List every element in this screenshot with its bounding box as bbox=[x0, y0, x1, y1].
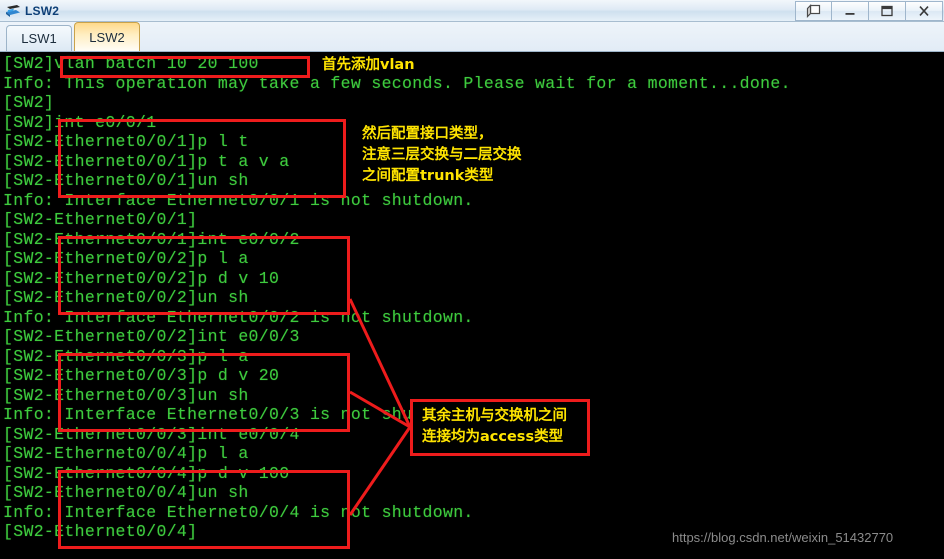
annotation-interface-type: 然后配置接口类型， 注意三层交换与二层交换 之间配置trunk类型 bbox=[362, 126, 522, 184]
terminal-line: [SW2-Ethernet0/0/4]un sh bbox=[3, 483, 249, 502]
terminal-line: [SW2-Ethernet0/0/1]un sh bbox=[3, 171, 249, 190]
restore-button[interactable] bbox=[795, 0, 832, 21]
tab-lsw1[interactable]: LSW1 bbox=[6, 25, 72, 51]
terminal-line: [SW2-Ethernet0/0/3]int e0/0/4 bbox=[3, 424, 300, 444]
terminal-line: [SW2]vlan batch 10 20 100 bbox=[3, 54, 259, 73]
terminal-line: [SW2-Ethernet0/0/3]p d v 20 bbox=[3, 366, 280, 385]
title-bar: LSW2 bbox=[0, 0, 944, 22]
terminal-line: [SW2-Ethernet0/0/1]p t a v a bbox=[3, 151, 290, 171]
close-icon bbox=[919, 5, 929, 16]
terminal-line: [SW2-Ethernet0/0/4]p d v 100 bbox=[3, 463, 290, 483]
terminal-line: [SW2-Ethernet0/0/4] bbox=[3, 522, 198, 541]
annotation-access-type: 其余主机与交换机之间 连接均为access类型 bbox=[410, 399, 590, 456]
device-tab-strip: LSW1 LSW2 bbox=[0, 22, 944, 52]
maximize-icon bbox=[881, 5, 893, 16]
restore-icon bbox=[806, 3, 820, 18]
terminal-line: Info: Interface Ethernet0/0/3 is not shu… bbox=[3, 405, 474, 424]
terminal-line: [SW2-Ethernet0/0/1] bbox=[3, 210, 198, 229]
annotation-add-vlan: 首先添加vlan bbox=[322, 57, 415, 73]
terminal-line: [SW2-Ethernet0/0/2]un sh bbox=[3, 288, 249, 307]
terminal-line: Info: Interface Ethernet0/0/2 is not shu… bbox=[3, 307, 474, 327]
minimize-icon bbox=[845, 12, 855, 15]
tab-lsw2-label: LSW2 bbox=[89, 29, 125, 45]
minimize-button[interactable] bbox=[832, 0, 869, 21]
terminal-line: [SW2-Ethernet0/0/1]p l t bbox=[3, 132, 249, 151]
terminal-line: [SW2-Ethernet0/0/2]int e0/0/3 bbox=[3, 327, 300, 346]
window-controls bbox=[795, 0, 943, 21]
terminal-line: [SW2-Ethernet0/0/1]int e0/0/2 bbox=[3, 229, 300, 249]
lsw2-window: LSW2 LSW1 LSW2 [SW2]vlan batch 10 20 100… bbox=[0, 0, 944, 559]
tab-lsw1-label: LSW1 bbox=[21, 31, 57, 46]
cli-terminal[interactable]: [SW2]vlan batch 10 20 100 Info: This oper… bbox=[0, 52, 944, 559]
terminal-line: [SW2] bbox=[3, 93, 55, 112]
terminal-line: [SW2-Ethernet0/0/2]p l a bbox=[3, 249, 249, 268]
tab-lsw2[interactable]: LSW2 bbox=[74, 22, 140, 51]
switch-device-icon bbox=[4, 3, 22, 19]
watermark-text: https://blog.csdn.net/weixin_51432770 bbox=[672, 530, 894, 545]
window-title: LSW2 bbox=[25, 3, 60, 18]
terminal-line: Info: This operation may take a few seco… bbox=[3, 73, 791, 93]
terminal-line: [SW2-Ethernet0/0/3]un sh bbox=[3, 385, 249, 405]
terminal-line: [SW2]int e0/0/1 bbox=[3, 112, 157, 132]
terminal-line: Info: Interface Ethernet0/0/4 is not shu… bbox=[3, 502, 474, 522]
terminal-line: [SW2-Ethernet0/0/3]p l a bbox=[3, 346, 249, 366]
terminal-line: Info: Interface Ethernet0/0/1 is not shu… bbox=[3, 190, 474, 210]
maximize-button[interactable] bbox=[869, 0, 906, 21]
terminal-line: [SW2-Ethernet0/0/2]p d v 10 bbox=[3, 268, 280, 288]
terminal-line: [SW2-Ethernet0/0/4]p l a bbox=[3, 444, 249, 463]
close-button[interactable] bbox=[906, 0, 943, 21]
